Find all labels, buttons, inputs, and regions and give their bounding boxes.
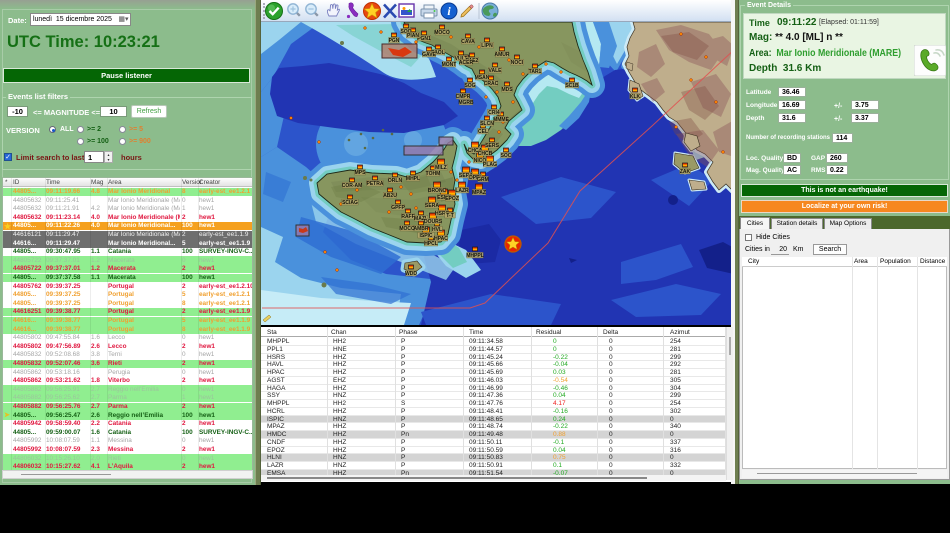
svg-text:GPFP: GPFP (391, 205, 405, 211)
svg-text:HPCL: HPCL (424, 241, 438, 247)
svg-text:PIAN: PIAN (407, 33, 419, 39)
svg-text:SERS: SERS (485, 143, 499, 149)
svg-text:TAR1: TAR1 (529, 69, 542, 75)
svg-text:MMME: MMME (493, 117, 509, 123)
svg-text:T-T: T-T (446, 213, 454, 219)
svg-text:ACER: ACER (459, 60, 474, 66)
svg-text:GRM: GRM (477, 177, 489, 183)
svg-text:SCIAG: SCIAG (342, 200, 358, 206)
svg-text:MONT: MONT (442, 62, 457, 68)
svg-text:CRI4: CRI4 (488, 110, 500, 116)
svg-text:NOCI: NOCI (511, 60, 524, 66)
svg-text:DOURS: DOURS (424, 219, 443, 225)
svg-text:ORLN: ORLN (388, 178, 403, 184)
svg-text:MHPPL: MHPPL (466, 253, 484, 259)
svg-text:KLK: KLK (630, 94, 641, 100)
svg-text:SLCN: SLCN (480, 121, 494, 127)
svg-text:SOG: SOG (464, 83, 475, 89)
svg-text:MSAN: MSAN (475, 75, 490, 81)
svg-text:AMBR: AMBR (414, 226, 429, 232)
svg-text:MPAZ: MPAZ (472, 190, 486, 196)
svg-text:CEL: CEL (478, 129, 488, 135)
svg-text:MPS: MPS (355, 170, 367, 176)
svg-text:RAFF: RAFF (401, 214, 414, 220)
svg-text:MGRB: MGRB (458, 100, 474, 106)
svg-text:ISPIC: ISPIC (419, 233, 432, 239)
svg-text:MOCO: MOCO (434, 30, 450, 36)
svg-text:BRONC: BRONC (428, 188, 447, 194)
svg-text:HVL: HVL (432, 227, 442, 233)
svg-text:SERA: SERA (425, 203, 439, 209)
svg-text:CRAC: CRAC (484, 81, 499, 87)
svg-text:MHPL: MHPL (406, 176, 420, 182)
svg-text:PGN: PGN (389, 38, 400, 44)
svg-text:LIPN: LIPN (481, 43, 493, 49)
svg-text:TOHM: TOHM (426, 171, 441, 177)
svg-text:CAVA: CAVA (461, 39, 475, 45)
svg-text:PETRA: PETRA (367, 181, 384, 187)
svg-text:PLAG: PLAG (483, 162, 497, 168)
svg-text:SC1B: SC1B (565, 83, 579, 89)
svg-text:AB2U: AB2U (383, 193, 397, 199)
svg-text:EPOZ: EPOZ (445, 196, 459, 202)
svg-text:VALE: VALE (489, 68, 503, 74)
svg-text:ZAK: ZAK (680, 169, 691, 175)
svg-text:MDS: MDS (501, 87, 513, 93)
svg-text:WDD: WDD (405, 271, 417, 277)
svg-text:CHCB: CHCB (478, 151, 493, 157)
svg-text:COR-AM: COR-AM (342, 183, 363, 189)
svg-text:AMUR: AMUR (495, 52, 510, 58)
svg-text:SOC: SOC (501, 153, 512, 159)
svg-text:GAVE: GAVE (422, 52, 436, 58)
svg-text:LAZR: LAZR (455, 188, 469, 194)
